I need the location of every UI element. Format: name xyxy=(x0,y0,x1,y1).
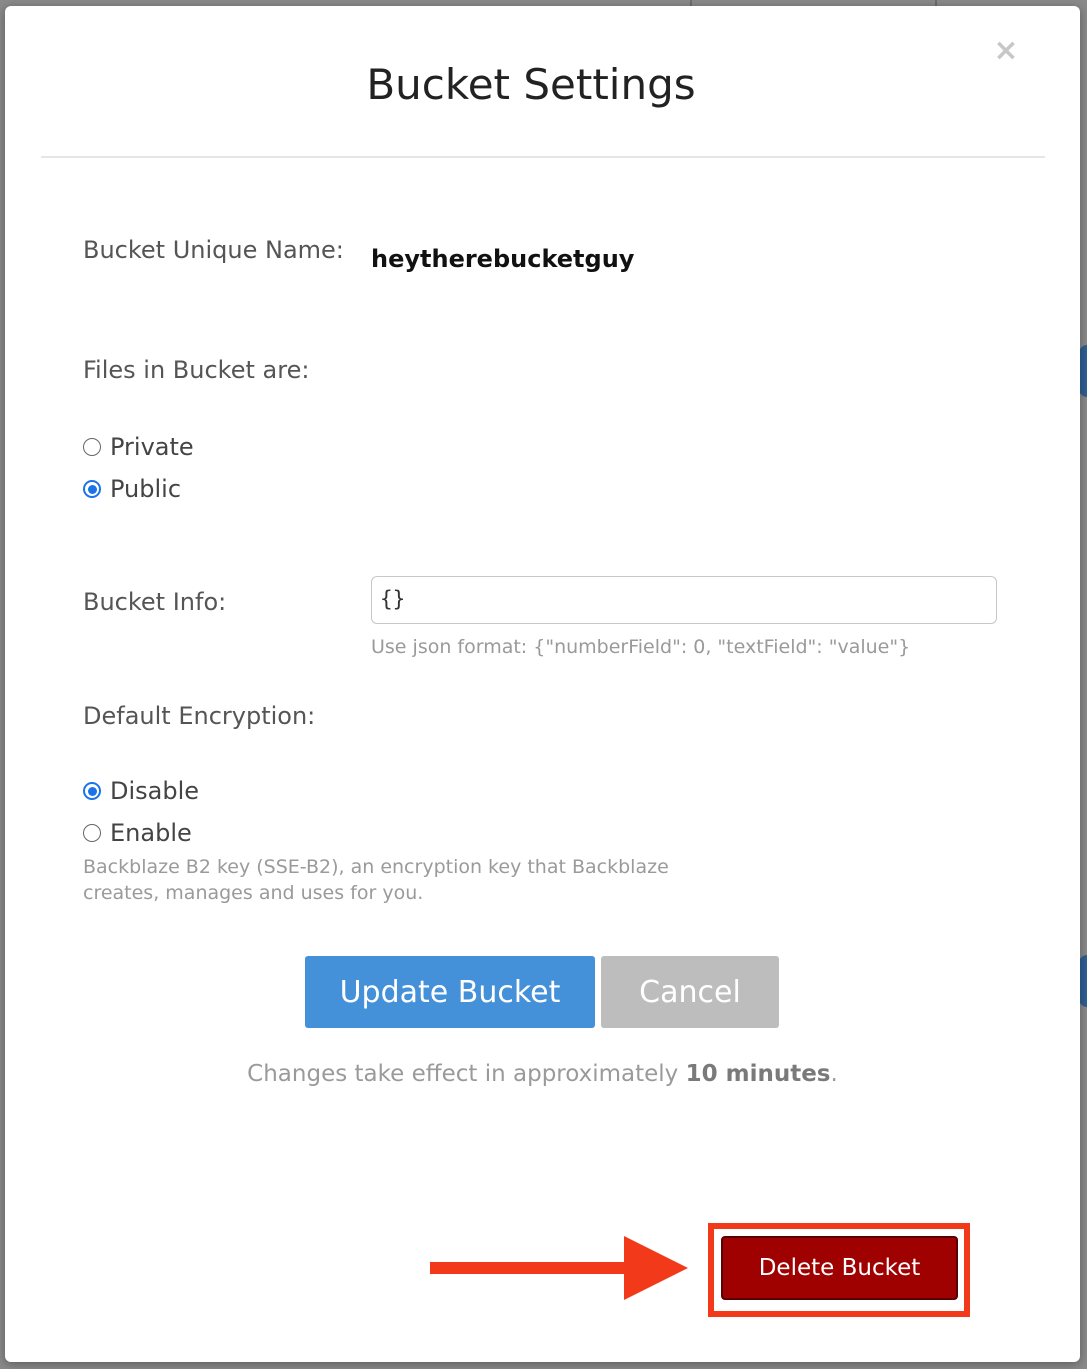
bucket-name-value: heytherebucketguy xyxy=(371,245,635,273)
radio-public[interactable]: Public xyxy=(83,474,181,504)
changes-note-prefix: Changes take effect in approximately xyxy=(247,1061,686,1087)
radio-disable[interactable]: Disable xyxy=(83,776,199,806)
update-bucket-button[interactable]: Update Bucket xyxy=(305,956,595,1028)
encryption-hint-line2: creates, manages and uses for you. xyxy=(83,882,424,904)
encryption-hint-line1: Backblaze B2 key (SSE-B2), an encryption… xyxy=(83,856,669,878)
background-button xyxy=(1079,955,1087,1007)
radio-label-private: Private xyxy=(110,433,194,461)
radio-private[interactable]: Private xyxy=(83,432,194,462)
changes-note: Changes take effect in approximately 10 … xyxy=(5,1061,1080,1087)
radio-button-enable[interactable] xyxy=(83,824,101,842)
changes-note-emphasis: 10 minutes xyxy=(685,1061,831,1087)
bucket-settings-dialog: × Bucket Settings Bucket Unique Name: he… xyxy=(5,6,1080,1362)
encryption-label: Default Encryption: xyxy=(83,702,316,730)
radio-button-public[interactable] xyxy=(83,480,101,498)
background-button xyxy=(1079,345,1087,397)
cancel-button[interactable]: Cancel xyxy=(601,956,779,1028)
bucket-info-input[interactable]: {} xyxy=(371,576,997,624)
bucket-name-label: Bucket Unique Name: xyxy=(83,236,344,264)
radio-label-disable: Disable xyxy=(110,777,200,805)
radio-button-disable[interactable] xyxy=(83,782,101,800)
radio-enable[interactable]: Enable xyxy=(83,818,192,848)
bucket-info-label: Bucket Info: xyxy=(83,588,227,616)
changes-note-suffix: . xyxy=(830,1061,838,1087)
title-divider xyxy=(41,156,1045,158)
radio-label-public: Public xyxy=(110,475,182,503)
dialog-title: Bucket Settings xyxy=(366,60,696,109)
radio-label-enable: Enable xyxy=(110,819,192,847)
bucket-info-hint: Use json format: {"numberField": 0, "tex… xyxy=(371,636,911,658)
visibility-label: Files in Bucket are: xyxy=(83,356,310,384)
delete-bucket-button[interactable]: Delete Bucket xyxy=(721,1236,958,1300)
arrow-right-icon xyxy=(430,1236,688,1300)
radio-button-private[interactable] xyxy=(83,438,101,456)
